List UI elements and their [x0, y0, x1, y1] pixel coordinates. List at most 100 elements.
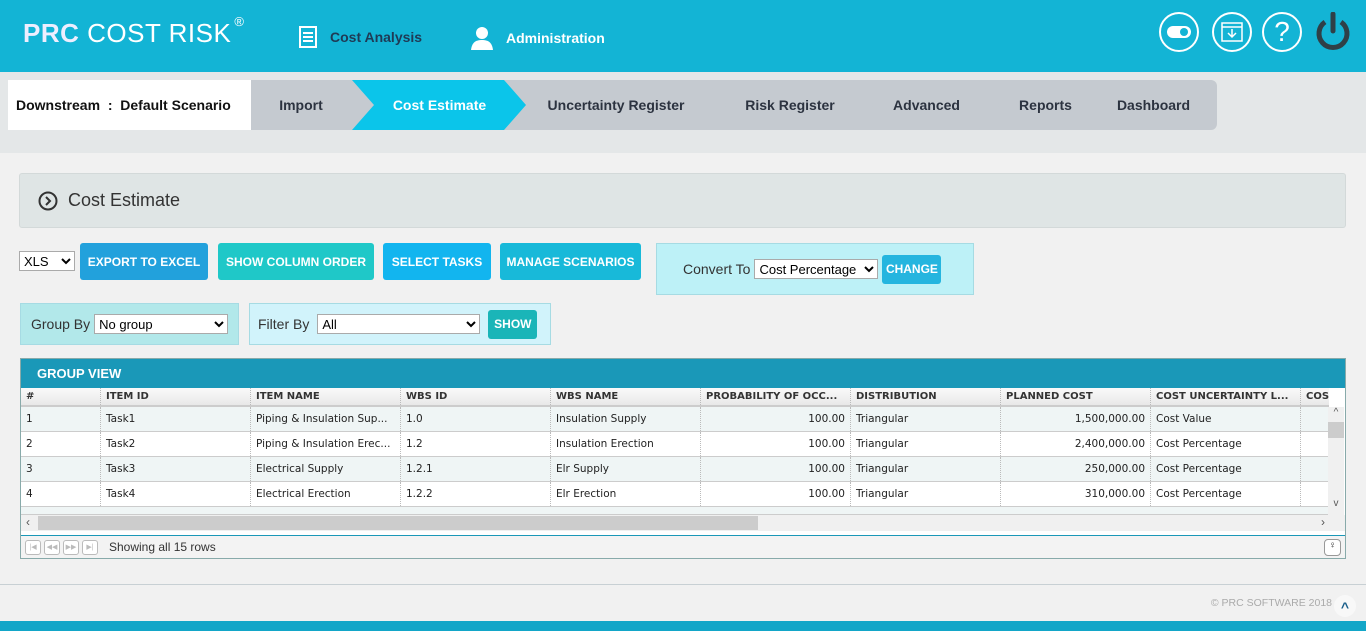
table-cell: Piping & Insulation Erec... [251, 432, 401, 456]
table-row[interactable]: 4 Task4 Electrical Erection 1.2.2 Elr Erecti… [21, 482, 1329, 507]
table-cell: Electrical Erection [251, 482, 401, 506]
table-cell: Triangular [851, 407, 1001, 431]
list-document-icon [299, 26, 317, 48]
table-cell: Insulation Erection [551, 432, 701, 456]
chevron-circle-icon [38, 191, 58, 210]
change-button[interactable]: CHANGE [882, 254, 942, 284]
toggle-icon[interactable] [1159, 12, 1199, 52]
column-header[interactable]: PROBABILITY OF OCC... [701, 388, 851, 405]
table-cell: 100.00 [701, 407, 851, 431]
bottom-bar [0, 621, 1366, 631]
select-tasks-button[interactable]: SELECT TASKS [383, 243, 491, 280]
nav-administration[interactable]: Administration [470, 26, 605, 50]
table-cell: 1.2.1 [401, 457, 551, 481]
convert-select[interactable]: Cost Percentage [754, 259, 879, 279]
table-cell: 100.00 [701, 482, 851, 506]
column-header[interactable]: COST M [1301, 388, 1329, 405]
next-page-button[interactable]: ▶▶ [63, 539, 79, 555]
table-cell [1301, 407, 1329, 431]
table-cell: Triangular [851, 457, 1001, 481]
scenario-context: Downstream : Default Scenario [8, 80, 252, 130]
table-cell [1301, 457, 1329, 481]
table-cell: Electrical Supply [251, 457, 401, 481]
last-page-button[interactable]: ▶| [82, 539, 98, 555]
table-cell: Elr Erection [551, 482, 701, 506]
table-cell: Insulation Supply [551, 407, 701, 431]
download-window-icon[interactable] [1212, 12, 1252, 52]
column-header[interactable]: ITEM NAME [251, 388, 401, 405]
table-cell: Piping & Insulation Sup... [251, 407, 401, 431]
table-cell: 100.00 [701, 432, 851, 456]
export-to-excel-button[interactable]: EXPORT TO EXCEL [80, 243, 208, 280]
copyright: © PRC SOFTWARE 2018 [1210, 597, 1332, 609]
table-cell: Elr Supply [551, 457, 701, 481]
show-button[interactable]: SHOW [488, 309, 538, 339]
table-cell: 1 [21, 407, 101, 431]
column-header[interactable]: # [21, 388, 101, 405]
table-cell: Task2 [101, 432, 251, 456]
first-page-button[interactable]: |◀ [25, 539, 41, 555]
table-cell: Triangular [851, 482, 1001, 506]
table-cell: 2 [21, 432, 101, 456]
group-by-select[interactable]: No group [94, 314, 229, 334]
show-column-order-button[interactable]: SHOW COLUMN ORDER [218, 243, 374, 280]
table-row[interactable]: 3 Task3 Electrical Supply 1.2.1 Elr Supply 10… [21, 457, 1329, 482]
manage-scenarios-button[interactable]: MANAGE SCENARIOS [500, 243, 641, 280]
step-import[interactable]: Import [251, 80, 375, 130]
filter-by-label: Filter By [258, 316, 310, 332]
table-row-partial [21, 507, 1329, 515]
lightbulb-icon[interactable]: ♀ [1324, 538, 1341, 556]
prev-page-button[interactable]: ◀◀ [44, 539, 60, 555]
table-cell: Cost Value [1151, 407, 1301, 431]
convert-label: Convert To [683, 261, 751, 277]
column-header[interactable]: WBS ID [401, 388, 551, 405]
table-cell: 310,000.00 [1001, 482, 1151, 506]
table-cell: Cost Percentage [1151, 457, 1301, 481]
nav-cost-analysis[interactable]: Cost Analysis [298, 26, 422, 48]
row-count-status: Showing all 15 rows [109, 540, 216, 554]
table-row[interactable]: 2 Task2 Piping & Insulation Erec... 1.2 Insu… [21, 432, 1329, 457]
table-cell [1301, 482, 1329, 506]
table-header: # ITEM ID ITEM NAME WBS ID WBS NAME PROBABILI… [21, 388, 1329, 407]
table-cell: Cost Percentage [1151, 482, 1301, 506]
table-cell: 2,400,000.00 [1001, 432, 1151, 456]
table-cell: 4 [21, 482, 101, 506]
column-header[interactable]: ITEM ID [101, 388, 251, 405]
step-uncertainty-register[interactable]: Uncertainty Register [504, 80, 728, 130]
cost-estimate-panel[interactable]: Cost Estimate [19, 173, 1346, 228]
grid-pager: |◀ ◀◀ ▶▶ ▶| Showing all 15 rows ♀ [21, 535, 1345, 558]
group-by-box: Group By No group [20, 303, 239, 345]
column-header[interactable]: WBS NAME [551, 388, 701, 405]
table-cell: Task4 [101, 482, 251, 506]
step-risk-register[interactable]: Risk Register [705, 80, 875, 130]
horizontal-scrollbar[interactable]: ‹ › [21, 515, 1345, 531]
table-cell: Cost Percentage [1151, 432, 1301, 456]
filter-by-select[interactable]: All [317, 314, 481, 334]
column-header[interactable]: PLANNED COST [1001, 388, 1151, 405]
panel-title: Cost Estimate [68, 190, 181, 210]
table-cell [1301, 432, 1329, 456]
scroll-top-button[interactable]: ^ [1334, 595, 1356, 617]
table-cell: 250,000.00 [1001, 457, 1151, 481]
table-cell: 1,500,000.00 [1001, 407, 1151, 431]
table-cell: 1.2 [401, 432, 551, 456]
step-advanced[interactable]: Advanced [852, 80, 1001, 130]
help-icon[interactable]: ? [1262, 12, 1302, 52]
user-icon [471, 27, 493, 50]
format-select[interactable]: XLS [19, 251, 75, 271]
logo: PRC COST RISK ® [23, 14, 245, 48]
vertical-scrollbar[interactable]: ^ v [1328, 407, 1344, 515]
table-cell: 1.2.2 [401, 482, 551, 506]
table-row[interactable]: 1 Task1 Piping & Insulation Sup... 1.0 Insul… [21, 407, 1329, 432]
power-icon[interactable] [1314, 11, 1352, 57]
column-header[interactable]: COST UNCERTAINTY L... [1151, 388, 1301, 405]
filter-by-box: Filter By All SHOW [249, 303, 551, 345]
table-cell: Triangular [851, 432, 1001, 456]
column-header[interactable]: DISTRIBUTION [851, 388, 1001, 405]
group-view-grid: GROUP VIEW # ITEM ID ITEM NAME WBS ID WBS NA… [20, 358, 1346, 559]
table-cell: 100.00 [701, 457, 851, 481]
table-cell: 1.0 [401, 407, 551, 431]
step-cost-estimate[interactable]: Cost Estimate [352, 80, 527, 130]
top-header: PRC COST RISK ® Cost Analysis Administrat… [0, 0, 1366, 72]
convert-box: Convert To Cost Percentage CHANGE [656, 243, 974, 295]
